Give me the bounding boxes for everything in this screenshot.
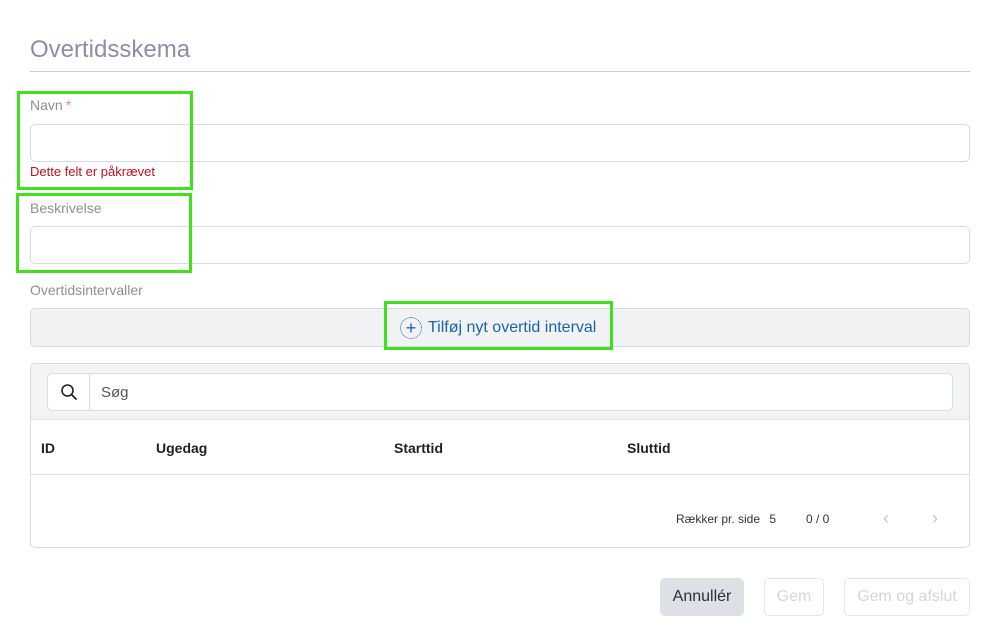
name-label-text: Navn [30, 97, 63, 113]
required-mark: * [65, 97, 72, 113]
save-button[interactable]: Gem [764, 578, 824, 616]
title-divider [30, 71, 970, 72]
rows-per-page-label: Rækker pr. side [676, 512, 761, 526]
add-interval-button[interactable]: + Tilføj nyt overtid interval [400, 316, 596, 340]
save-and-close-button[interactable]: Gem og afslut [844, 578, 970, 616]
description-label: Beskrivelse [30, 200, 102, 216]
search-input[interactable] [90, 374, 952, 410]
description-input[interactable] [30, 226, 970, 264]
plus-circle-icon: + [400, 317, 422, 339]
intervals-label: Overtidsintervaller [30, 282, 143, 298]
name-input[interactable] [30, 124, 970, 162]
rows-per-page[interactable]: Rækker pr. side 5 [676, 512, 776, 526]
name-label: Navn * [30, 97, 71, 113]
add-interval-label: Tilføj nyt overtid interval [428, 319, 597, 336]
table-toolbar [31, 364, 969, 420]
name-error-message: Dette felt er påkrævet [30, 164, 155, 179]
search-icon [48, 374, 90, 410]
column-header-start-time[interactable]: Starttid [394, 440, 443, 456]
cancel-button[interactable]: Annullér [660, 578, 744, 616]
chevron-left-icon[interactable]: ‹ [883, 508, 889, 529]
search-box [47, 373, 953, 411]
column-header-id[interactable]: ID [41, 440, 55, 456]
page-range: 0 / 0 [806, 512, 830, 526]
page-title: Overtidsskema [30, 36, 191, 63]
column-header-weekday[interactable]: Ugedag [156, 440, 207, 456]
intervals-table: ID Ugedag Starttid Sluttid Rækker pr. si… [30, 363, 970, 548]
table-header: ID Ugedag Starttid Sluttid [31, 420, 969, 475]
column-header-end-time[interactable]: Sluttid [627, 440, 671, 456]
chevron-right-icon[interactable]: › [932, 508, 938, 529]
rows-per-page-value[interactable]: 5 [769, 512, 776, 526]
